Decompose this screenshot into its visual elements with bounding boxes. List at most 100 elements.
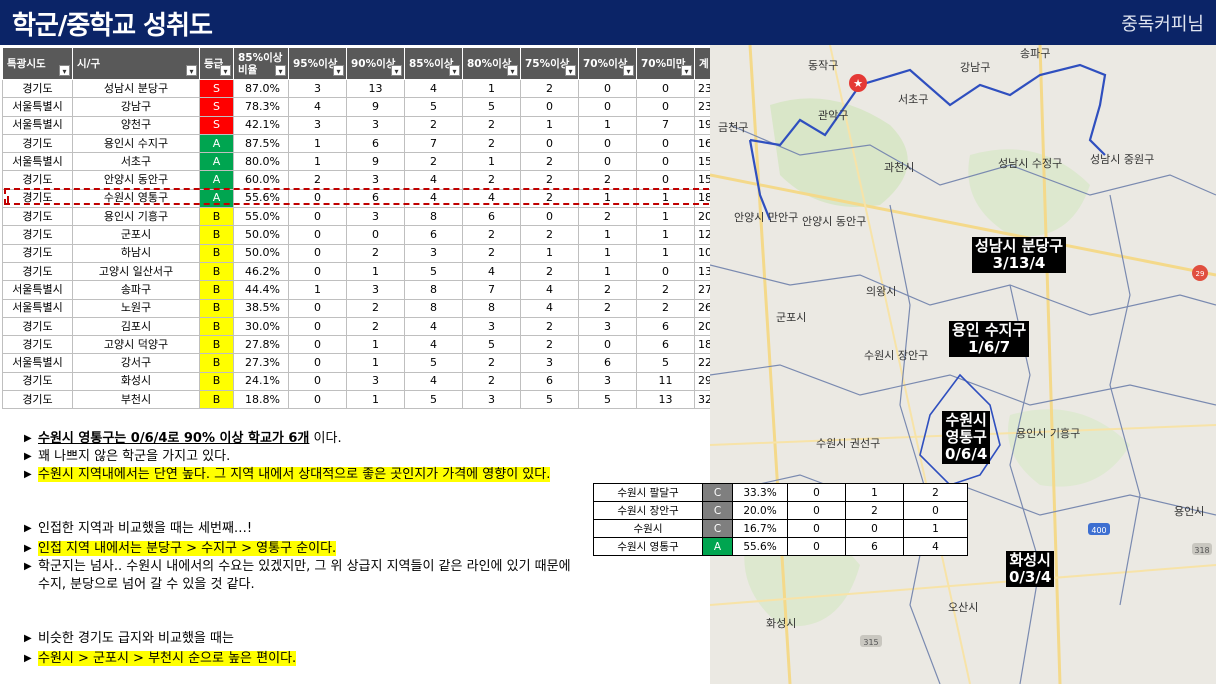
bullet-icon: ▶ bbox=[24, 523, 32, 534]
table-row: 수원시 장안구 C 20.0% 0 2 0 bbox=[593, 501, 968, 520]
count-cell: 8 bbox=[404, 280, 463, 300]
filter-dropdown-icon[interactable]: ▾ bbox=[623, 65, 634, 76]
column-header[interactable]: 70%미만 ▾ bbox=[636, 47, 695, 80]
note-item: ▶ 수원시 지역내에서는 단연 높다. 그 지역 내에서 상대적으로 좋은 곳인지… bbox=[24, 466, 584, 484]
province-cell: 서울특별시 bbox=[2, 280, 73, 300]
count-cell: 8 bbox=[404, 207, 463, 227]
filter-dropdown-icon[interactable]: ▾ bbox=[507, 65, 518, 76]
count-cell: 3 bbox=[578, 371, 637, 392]
count-cell: 1 bbox=[462, 152, 521, 172]
count-cell: 3 bbox=[288, 115, 347, 135]
count-cell: 6 bbox=[578, 353, 637, 373]
grade-badge: B bbox=[199, 207, 234, 227]
count-cell: 13 bbox=[346, 78, 405, 99]
district-cell: 용인시 수지구 bbox=[72, 133, 200, 154]
ratio-cell: 30.0% bbox=[233, 316, 289, 337]
column-header[interactable]: 80%이상 ▾ bbox=[462, 47, 521, 80]
count-cell: 5 bbox=[462, 97, 521, 117]
column-header[interactable]: 75%이상 ▾ bbox=[520, 47, 579, 80]
count-cell: 2 bbox=[462, 115, 521, 135]
province-cell: 경기도 bbox=[2, 261, 73, 282]
ratio-cell: 46.2% bbox=[233, 261, 289, 282]
column-header[interactable]: 85%이상 비율 ▾ bbox=[233, 47, 289, 80]
count-cell: 1 bbox=[346, 390, 405, 410]
province-cell: 경기도 bbox=[2, 335, 73, 355]
ratio-cell: 27.8% bbox=[233, 335, 289, 355]
grade-badge: B bbox=[199, 243, 234, 263]
count-cell: 6 bbox=[636, 316, 695, 337]
filter-dropdown-icon[interactable]: ▾ bbox=[59, 65, 70, 76]
count-cell: 2 bbox=[462, 371, 521, 392]
column-header[interactable]: 시/구 ▾ bbox=[72, 47, 200, 80]
count-cell: 2 bbox=[462, 133, 521, 154]
note-item: ▶ 비슷한 경기도 급지와 비교했을 때는 bbox=[24, 630, 584, 648]
count-cell: 1 bbox=[578, 115, 637, 135]
filter-dropdown-icon[interactable]: ▾ bbox=[681, 65, 692, 76]
count-cell: 4 bbox=[288, 97, 347, 117]
filter-dropdown-icon[interactable]: ▾ bbox=[275, 65, 286, 76]
count-cell: 8 bbox=[462, 298, 521, 318]
count-cell: 5 bbox=[404, 261, 463, 282]
count-cell: 1 bbox=[578, 243, 637, 263]
column-header-label: 70%미만 bbox=[641, 57, 686, 70]
ratio-cell: 33.3% bbox=[732, 483, 788, 502]
column-header[interactable]: 90%이상 ▾ bbox=[346, 47, 405, 80]
title-bar: 학군/중학교 성취도 중독커피님 bbox=[0, 0, 1216, 45]
table-row: 경기도 용인시 수지구 A 87.5% 1 6 7 2 0 0 0 16 bbox=[2, 133, 715, 154]
table-row: 경기도 김포시 B 30.0% 0 2 4 3 2 3 6 20 bbox=[2, 316, 715, 337]
note-item: ▶ 꽤 나쁘지 않은 학군을 가지고 있다. bbox=[24, 448, 584, 466]
callout-hwaseong: 화성시 0/3/4 bbox=[1006, 551, 1055, 587]
column-header[interactable]: 95%이상 ▾ bbox=[288, 47, 347, 80]
filter-dropdown-icon[interactable]: ▾ bbox=[186, 65, 197, 76]
province-cell: 경기도 bbox=[2, 371, 73, 392]
count-cell: 2 bbox=[404, 115, 463, 135]
filter-dropdown-icon[interactable]: ▾ bbox=[449, 65, 460, 76]
column-header[interactable]: 특광시도 ▾ bbox=[2, 47, 73, 80]
grade-badge: B bbox=[199, 316, 234, 337]
province-cell: 서울특별시 bbox=[2, 353, 73, 373]
count-cell: 2 bbox=[346, 243, 405, 263]
province-cell: 경기도 bbox=[2, 207, 73, 227]
column-header[interactable]: 85%이상 ▾ bbox=[404, 47, 463, 80]
count-cell: 13 bbox=[636, 390, 695, 410]
bullet-icon: ▶ bbox=[24, 653, 32, 664]
count-cell: 1 bbox=[346, 353, 405, 373]
note-text-part: 학군지는 넘사.. 수원시 내에서의 수요는 있겠지만, 그 위 상급지 지역들… bbox=[38, 559, 571, 592]
table-row: 경기도 고양시 덕양구 B 27.8% 0 1 4 5 2 0 6 18 bbox=[2, 335, 715, 355]
callout-suji-value: 1/6/7 bbox=[967, 338, 1011, 356]
grade-badge: S bbox=[199, 115, 234, 135]
map-label-yongin-giheung: 용인시 기흥구 bbox=[1016, 427, 1081, 440]
count-cell: 1 bbox=[288, 133, 347, 154]
filter-dropdown-icon[interactable]: ▾ bbox=[333, 65, 344, 76]
filter-dropdown-icon[interactable]: ▾ bbox=[391, 65, 402, 76]
count-cell: 6 bbox=[404, 225, 463, 245]
count-cell: 1 bbox=[520, 243, 579, 263]
count-cell: 5 bbox=[578, 390, 637, 410]
count-cell: 1 bbox=[288, 280, 347, 300]
map-label-gangnam: 강남구 bbox=[960, 61, 991, 74]
district-cell: 안양시 동안구 bbox=[72, 170, 200, 190]
table-row: 경기도 용인시 기흥구 B 55.0% 0 3 8 6 0 2 1 20 bbox=[2, 207, 715, 227]
column-header[interactable]: 70%이상 ▾ bbox=[578, 47, 637, 80]
svg-text:400: 400 bbox=[1091, 526, 1106, 535]
province-cell: 서울특별시 bbox=[2, 97, 73, 117]
filter-dropdown-icon[interactable]: ▾ bbox=[565, 65, 576, 76]
count-cell: 0 bbox=[288, 353, 347, 373]
callout-yeongtong-value: 0/6/4 bbox=[945, 445, 988, 463]
district-cell: 송파구 bbox=[72, 280, 200, 300]
table-row: 경기도 화성시 B 24.1% 0 3 4 2 6 3 11 29 bbox=[2, 371, 715, 392]
table-row: 서울특별시 강서구 B 27.3% 0 1 5 2 3 6 5 22 bbox=[2, 353, 715, 373]
table-row: 서울특별시 강남구 S 78.3% 4 9 5 5 0 0 0 23 bbox=[2, 97, 715, 117]
grade-badge: A bbox=[199, 170, 234, 190]
grade-badge: B bbox=[199, 371, 234, 392]
note-text-part: 수원시 지역내에서는 단연 높다. 그 지역 내에서 상대적으로 좋은 곳인지가… bbox=[38, 467, 551, 482]
column-header[interactable]: 등급 ▾ bbox=[199, 47, 234, 80]
filter-dropdown-icon[interactable]: ▾ bbox=[220, 65, 231, 76]
count-cell: 1 bbox=[578, 225, 637, 245]
district-cell: 노원구 bbox=[72, 298, 200, 318]
ratio-cell: 44.4% bbox=[233, 280, 289, 300]
count-cell: 3 bbox=[288, 78, 347, 99]
note-text-part: 인접한 지역과 비교했을 때는 세번째…! bbox=[38, 521, 253, 536]
count-cell: 1 bbox=[578, 261, 637, 282]
table-header-row: 특광시도 ▾ 시/구 ▾ 등급 ▾ 85%이상 비율 ▾ 95%이상 ▾ 90%이상 ▾ 85%이상 ▾ 8… bbox=[2, 47, 715, 80]
